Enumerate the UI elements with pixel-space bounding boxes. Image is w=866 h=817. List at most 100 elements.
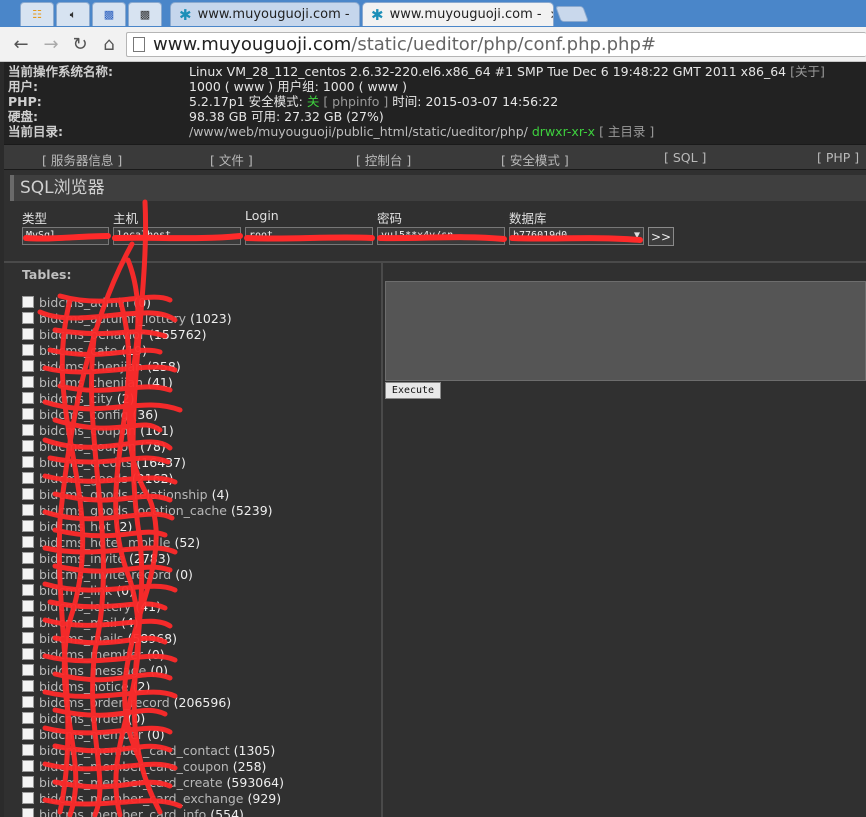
table-name-link[interactable]: bidcms_chenjian [39, 359, 143, 374]
back-arrow-icon[interactable]: ← [10, 34, 32, 55]
table-checkbox[interactable] [22, 664, 34, 676]
table-checkbox[interactable] [22, 344, 34, 356]
connect-button[interactable]: >> [648, 227, 674, 246]
table-name-link[interactable]: bidcms_member_card_exchange [39, 791, 244, 806]
menu-files[interactable]: [ 文件 ] [210, 150, 253, 169]
table-checkbox[interactable] [22, 696, 34, 708]
about-link[interactable]: [关于] [790, 64, 825, 79]
table-checkbox[interactable] [22, 760, 34, 772]
table-name-link[interactable]: bidcms_link [39, 583, 112, 598]
home-icon[interactable]: ⌂ [98, 34, 120, 55]
menu-php[interactable]: [ PHP ] [817, 150, 859, 165]
host-field[interactable]: localhost [113, 227, 241, 245]
table-checkbox[interactable] [22, 456, 34, 468]
table-name-link[interactable]: bidcms_hotel_mobile [39, 535, 170, 550]
table-checkbox[interactable] [22, 360, 34, 372]
database-select[interactable]: b776019d0 ▼ [509, 227, 644, 245]
table-checkbox[interactable] [22, 808, 34, 817]
table-checkbox[interactable] [22, 328, 34, 340]
password-field[interactable]: yu!5**x4v/sn [377, 227, 505, 245]
table-name-link[interactable]: bidcms_mails [39, 631, 123, 646]
table-name-link[interactable]: bidcms_credits [39, 455, 132, 470]
table-checkbox[interactable] [22, 472, 34, 484]
table-checkbox[interactable] [22, 568, 34, 580]
sql-query-textarea[interactable] [385, 281, 866, 381]
table-name-link[interactable]: bidcms_goods [39, 471, 128, 486]
table-name-link[interactable]: bidcms_message [39, 663, 146, 678]
table-checkbox[interactable] [22, 712, 34, 724]
table-name-link[interactable]: bidcms_goods_relationship [39, 487, 208, 502]
phpinfo-link[interactable]: [ phpinfo ] [323, 94, 388, 109]
login-field[interactable]: root [245, 227, 373, 245]
table-name-link[interactable]: bidcms_member [39, 647, 143, 662]
table-name-link[interactable]: bidcms_notice [39, 679, 129, 694]
table-checkbox[interactable] [22, 536, 34, 548]
table-name-link[interactable]: bidcms_city [39, 391, 113, 406]
table-checkbox[interactable] [22, 504, 34, 516]
menu-console[interactable]: [ 控制台 ] [356, 150, 411, 169]
db-type-select[interactable]: MySql [22, 227, 109, 245]
table-name-link[interactable]: bidcms_order [39, 711, 124, 726]
table-checkbox[interactable] [22, 600, 34, 612]
table-name-link[interactable]: bidcms_hot [39, 519, 111, 534]
menu-server-info[interactable]: [ 服务器信息 ] [42, 150, 122, 169]
table-checkbox[interactable] [22, 632, 34, 644]
table-name-link[interactable]: bidcms_order_record [39, 695, 170, 710]
table-name-link[interactable]: bidcms_coupon [39, 423, 136, 438]
table-name-link[interactable]: bidcms_lottery [39, 599, 131, 614]
table-name-link[interactable]: bidcms_member_card_contact [39, 743, 230, 758]
table-checkbox[interactable] [22, 792, 34, 804]
table-name-link[interactable]: bidcms_member [39, 727, 143, 742]
table-checkbox[interactable] [22, 440, 34, 452]
table-name-link[interactable]: bidcms_autumn_lottery [39, 311, 186, 326]
table-checkbox[interactable] [22, 376, 34, 388]
table-checkbox[interactable] [22, 744, 34, 756]
table-checkbox[interactable] [22, 520, 34, 532]
table-checkbox[interactable] [22, 552, 34, 564]
current-dir-path[interactable]: /www/web/muyouguoji/public_html/static/u… [189, 124, 528, 139]
table-checkbox[interactable] [22, 312, 34, 324]
close-tab-icon[interactable]: ✕ [350, 8, 359, 22]
table-name-link[interactable]: bidcms_mail [39, 615, 117, 630]
table-checkbox[interactable] [22, 616, 34, 628]
table-checkbox[interactable] [22, 680, 34, 692]
close-tab-icon[interactable]: ✕ [542, 8, 553, 22]
table-checkbox[interactable] [22, 424, 34, 436]
table-row-count: (0) [175, 566, 193, 582]
table-checkbox[interactable] [22, 408, 34, 420]
table-checkbox[interactable] [22, 776, 34, 788]
table-name-link[interactable]: bidcms_invite [39, 551, 125, 566]
tab-site-1[interactable]: ✱ www.muyouguoji.com - ✕ [170, 2, 360, 26]
home-dir-link[interactable]: [ 主目录 ] [599, 124, 654, 139]
address-bar[interactable]: www.muyouguoji.com/static/ueditor/php/co… [126, 32, 866, 57]
table-name-link[interactable]: bidcms_goods_location_cache [39, 503, 227, 518]
table-checkbox[interactable] [22, 648, 34, 660]
pinned-tab-2[interactable]: 🔈︎ [56, 2, 90, 26]
table-name-link[interactable]: bidcms_invite_record [39, 567, 171, 582]
table-checkbox[interactable] [22, 296, 34, 308]
table-name-link[interactable]: bidcms_cate [39, 343, 117, 358]
table-name-link[interactable]: bidcms_config [39, 407, 128, 422]
table-name-link[interactable]: bidcms_admin [39, 295, 129, 310]
table-checkbox[interactable] [22, 584, 34, 596]
tab-site-2[interactable]: ✱ www.muyouguoji.com - ✕ [362, 2, 554, 26]
pinned-tab-4[interactable]: ▩ [128, 2, 162, 26]
new-tab-button[interactable] [555, 6, 589, 22]
pinned-tab-3[interactable]: ▩ [92, 2, 126, 26]
table-name-link[interactable]: bidcms_coupon [39, 439, 136, 454]
forward-arrow-icon[interactable]: → [40, 34, 62, 55]
table-name-link[interactable]: bidcms_member_card_coupon [39, 759, 229, 774]
table-name-link[interactable]: bidcms_member_card_info [39, 807, 206, 817]
menu-sql[interactable]: [ SQL ] [664, 150, 706, 165]
table-checkbox[interactable] [22, 728, 34, 740]
table-checkbox[interactable] [22, 488, 34, 500]
table-checkbox[interactable] [22, 392, 34, 404]
table-name-link[interactable]: bidcms_member_card_create [39, 775, 223, 790]
table-name-link[interactable]: bidcms_chenjian [39, 375, 143, 390]
menu-safe-mode[interactable]: [ 安全模式 ] [501, 150, 569, 169]
info-value: Linux VM_28_112_centos 2.6.32-220.el6.x8… [189, 64, 825, 79]
pinned-tab-1[interactable]: ☷ [20, 2, 54, 26]
table-name-link[interactable]: bidcms_behavior [39, 327, 145, 342]
execute-button[interactable]: Execute [385, 382, 441, 399]
reload-icon[interactable]: ↻ [69, 34, 91, 55]
